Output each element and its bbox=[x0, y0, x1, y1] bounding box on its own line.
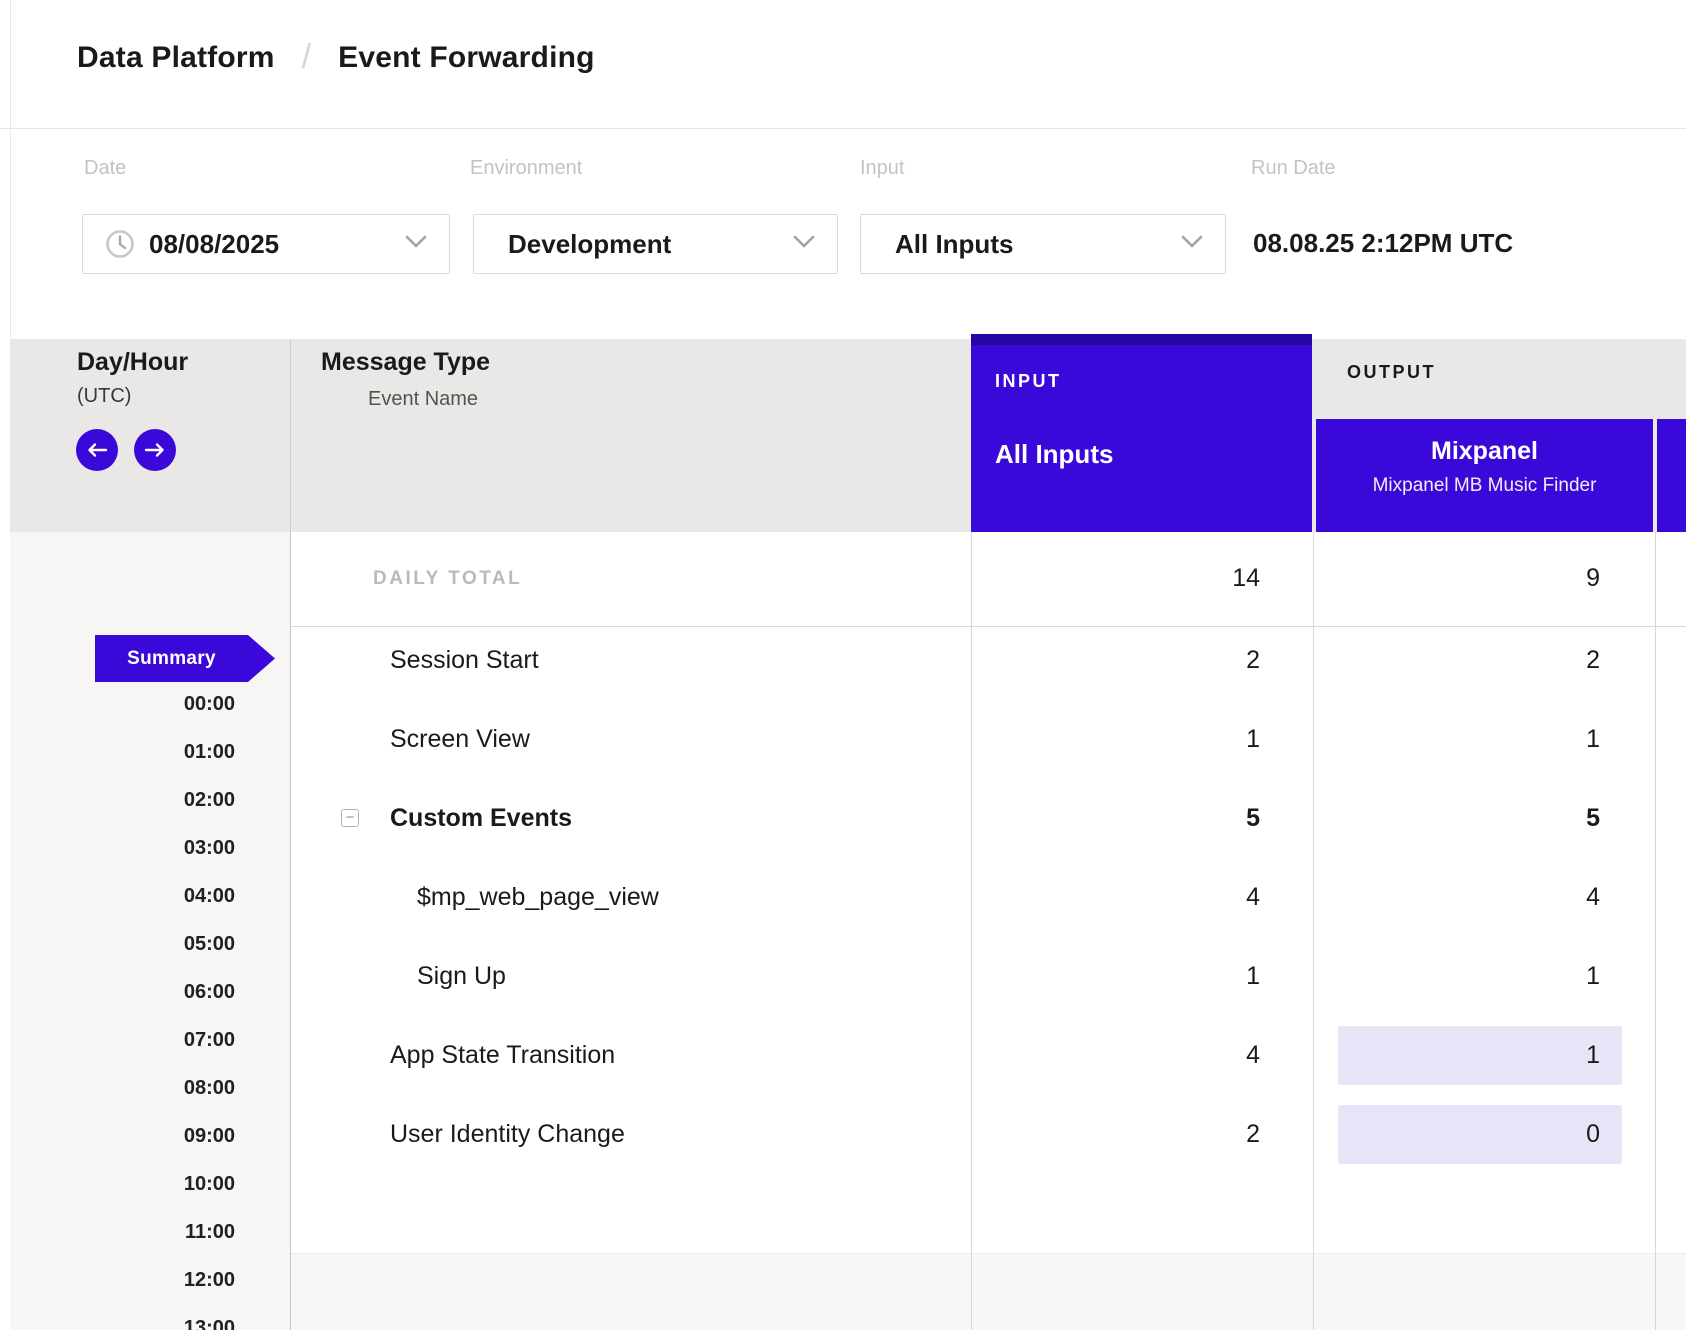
hour-row-label[interactable]: 08:00 bbox=[85, 1077, 235, 1105]
input-count: 5 bbox=[1120, 779, 1260, 857]
highlighted-output-cell[interactable]: 0 bbox=[1338, 1105, 1622, 1164]
chevron-down-icon bbox=[405, 235, 427, 253]
summary-row-badge[interactable]: Summary bbox=[95, 635, 275, 682]
table-row: App State Transition 4 1 bbox=[0, 1016, 1686, 1094]
output-column-header-mixpanel[interactable]: Mixpanel Mixpanel MB Music Finder bbox=[1316, 419, 1653, 532]
daily-total-input-value: 14 bbox=[1140, 564, 1260, 593]
event-name-subheader: Event Name bbox=[368, 388, 478, 411]
table-row: $mp_web_page_view 4 4 bbox=[0, 858, 1686, 936]
day-column-divider bbox=[290, 339, 291, 532]
table-footer-area bbox=[290, 1253, 1686, 1330]
hour-row-label[interactable]: 00:00 bbox=[85, 693, 235, 721]
chevron-down-icon bbox=[1181, 235, 1203, 253]
event-name: Session Start bbox=[390, 621, 539, 699]
output-count: 2 bbox=[1460, 621, 1600, 699]
input-column-header: INPUT All Inputs bbox=[971, 334, 1312, 532]
hour-row-label[interactable]: 05:00 bbox=[85, 933, 235, 961]
hour-row-label[interactable]: 03:00 bbox=[85, 837, 235, 865]
run-date-value: 08.08.25 2:12PM UTC bbox=[1253, 228, 1513, 259]
previous-day-button[interactable] bbox=[76, 429, 118, 471]
input-column-title: All Inputs bbox=[995, 439, 1113, 470]
event-name: Custom Events bbox=[390, 779, 572, 857]
day-hour-header: Day/Hour bbox=[77, 348, 188, 377]
summary-label: Summary bbox=[127, 648, 216, 670]
table-row: Screen View 1 1 bbox=[0, 700, 1686, 778]
message-type-header: Message Type bbox=[321, 348, 490, 377]
input-dropdown[interactable]: All Inputs bbox=[860, 214, 1226, 274]
environment-dropdown[interactable]: Development bbox=[473, 214, 838, 274]
table-row: − Custom Events 5 5 bbox=[0, 779, 1686, 857]
table-row: Sign Up 1 1 bbox=[0, 937, 1686, 1015]
input-count: 1 bbox=[1120, 937, 1260, 1015]
run-date-label: Run Date bbox=[1251, 157, 1336, 180]
arrow-left-icon bbox=[86, 442, 108, 458]
input-filter-label: Input bbox=[860, 157, 904, 180]
output-count: 1 bbox=[1460, 937, 1600, 1015]
hour-row-label[interactable]: 09:00 bbox=[85, 1125, 235, 1153]
breadcrumb: Data Platform / Event Forwarding bbox=[77, 38, 595, 77]
event-name: App State Transition bbox=[390, 1016, 615, 1094]
event-forwarding-page: Data Platform / Event Forwarding Date En… bbox=[0, 0, 1686, 1330]
breadcrumb-section[interactable]: Data Platform bbox=[77, 41, 275, 75]
panel-left-edge bbox=[10, 0, 11, 339]
day-hour-timezone: (UTC) bbox=[77, 385, 131, 408]
daily-total-row: DAILY TOTAL 14 9 bbox=[290, 532, 1686, 627]
input-column-header-accent bbox=[971, 334, 1312, 345]
hour-row-label[interactable]: 10:00 bbox=[85, 1173, 235, 1201]
output-name: Mixpanel bbox=[1316, 437, 1653, 466]
breadcrumb-divider: / bbox=[302, 38, 311, 77]
daily-total-output-value: 9 bbox=[1480, 564, 1600, 593]
event-name: Screen View bbox=[390, 700, 530, 778]
output-connection-name: Mixpanel MB Music Finder bbox=[1316, 475, 1653, 497]
hour-row-label[interactable]: 13:00 bbox=[85, 1317, 235, 1330]
highlighted-output-cell[interactable]: 1 bbox=[1338, 1026, 1622, 1085]
clock-icon bbox=[105, 229, 135, 259]
table-row: User Identity Change 2 0 bbox=[0, 1095, 1686, 1173]
date-dropdown-value: 08/08/2025 bbox=[149, 229, 279, 260]
event-name: $mp_web_page_view bbox=[417, 858, 659, 936]
arrow-right-icon bbox=[144, 442, 166, 458]
header-divider bbox=[0, 128, 1686, 129]
output-count: 4 bbox=[1460, 858, 1600, 936]
input-count: 4 bbox=[1120, 858, 1260, 936]
daily-total-label: DAILY TOTAL bbox=[373, 568, 522, 590]
output-column-header-next[interactable] bbox=[1657, 419, 1686, 532]
next-day-button[interactable] bbox=[134, 429, 176, 471]
hour-row-label[interactable]: 12:00 bbox=[85, 1269, 235, 1297]
hour-row-label[interactable]: 02:00 bbox=[85, 789, 235, 817]
output-section-label: OUTPUT bbox=[1347, 362, 1436, 383]
output-count: 5 bbox=[1460, 779, 1600, 857]
input-count: 4 bbox=[1120, 1016, 1260, 1094]
page-title: Event Forwarding bbox=[338, 41, 595, 75]
date-dropdown[interactable]: 08/08/2025 bbox=[82, 214, 450, 274]
input-count: 1 bbox=[1120, 700, 1260, 778]
input-count: 2 bbox=[1120, 621, 1260, 699]
input-section-label: INPUT bbox=[995, 371, 1062, 392]
date-filter-label: Date bbox=[84, 157, 126, 180]
input-dropdown-value: All Inputs bbox=[895, 229, 1013, 260]
chevron-down-icon bbox=[793, 235, 815, 253]
hour-row-label[interactable]: 07:00 bbox=[85, 1029, 235, 1057]
environment-dropdown-value: Development bbox=[508, 229, 671, 260]
event-name: Sign Up bbox=[417, 937, 506, 1015]
hour-row-label[interactable]: 04:00 bbox=[85, 885, 235, 913]
event-name: User Identity Change bbox=[390, 1095, 625, 1173]
hour-row-label[interactable]: 06:00 bbox=[85, 981, 235, 1009]
hour-row-label[interactable]: 11:00 bbox=[85, 1221, 235, 1249]
environment-filter-label: Environment bbox=[470, 157, 582, 180]
collapse-expander-icon[interactable]: − bbox=[341, 809, 359, 827]
hour-row-label[interactable]: 01:00 bbox=[85, 741, 235, 769]
input-count: 2 bbox=[1120, 1095, 1260, 1173]
output-count: 1 bbox=[1460, 700, 1600, 778]
